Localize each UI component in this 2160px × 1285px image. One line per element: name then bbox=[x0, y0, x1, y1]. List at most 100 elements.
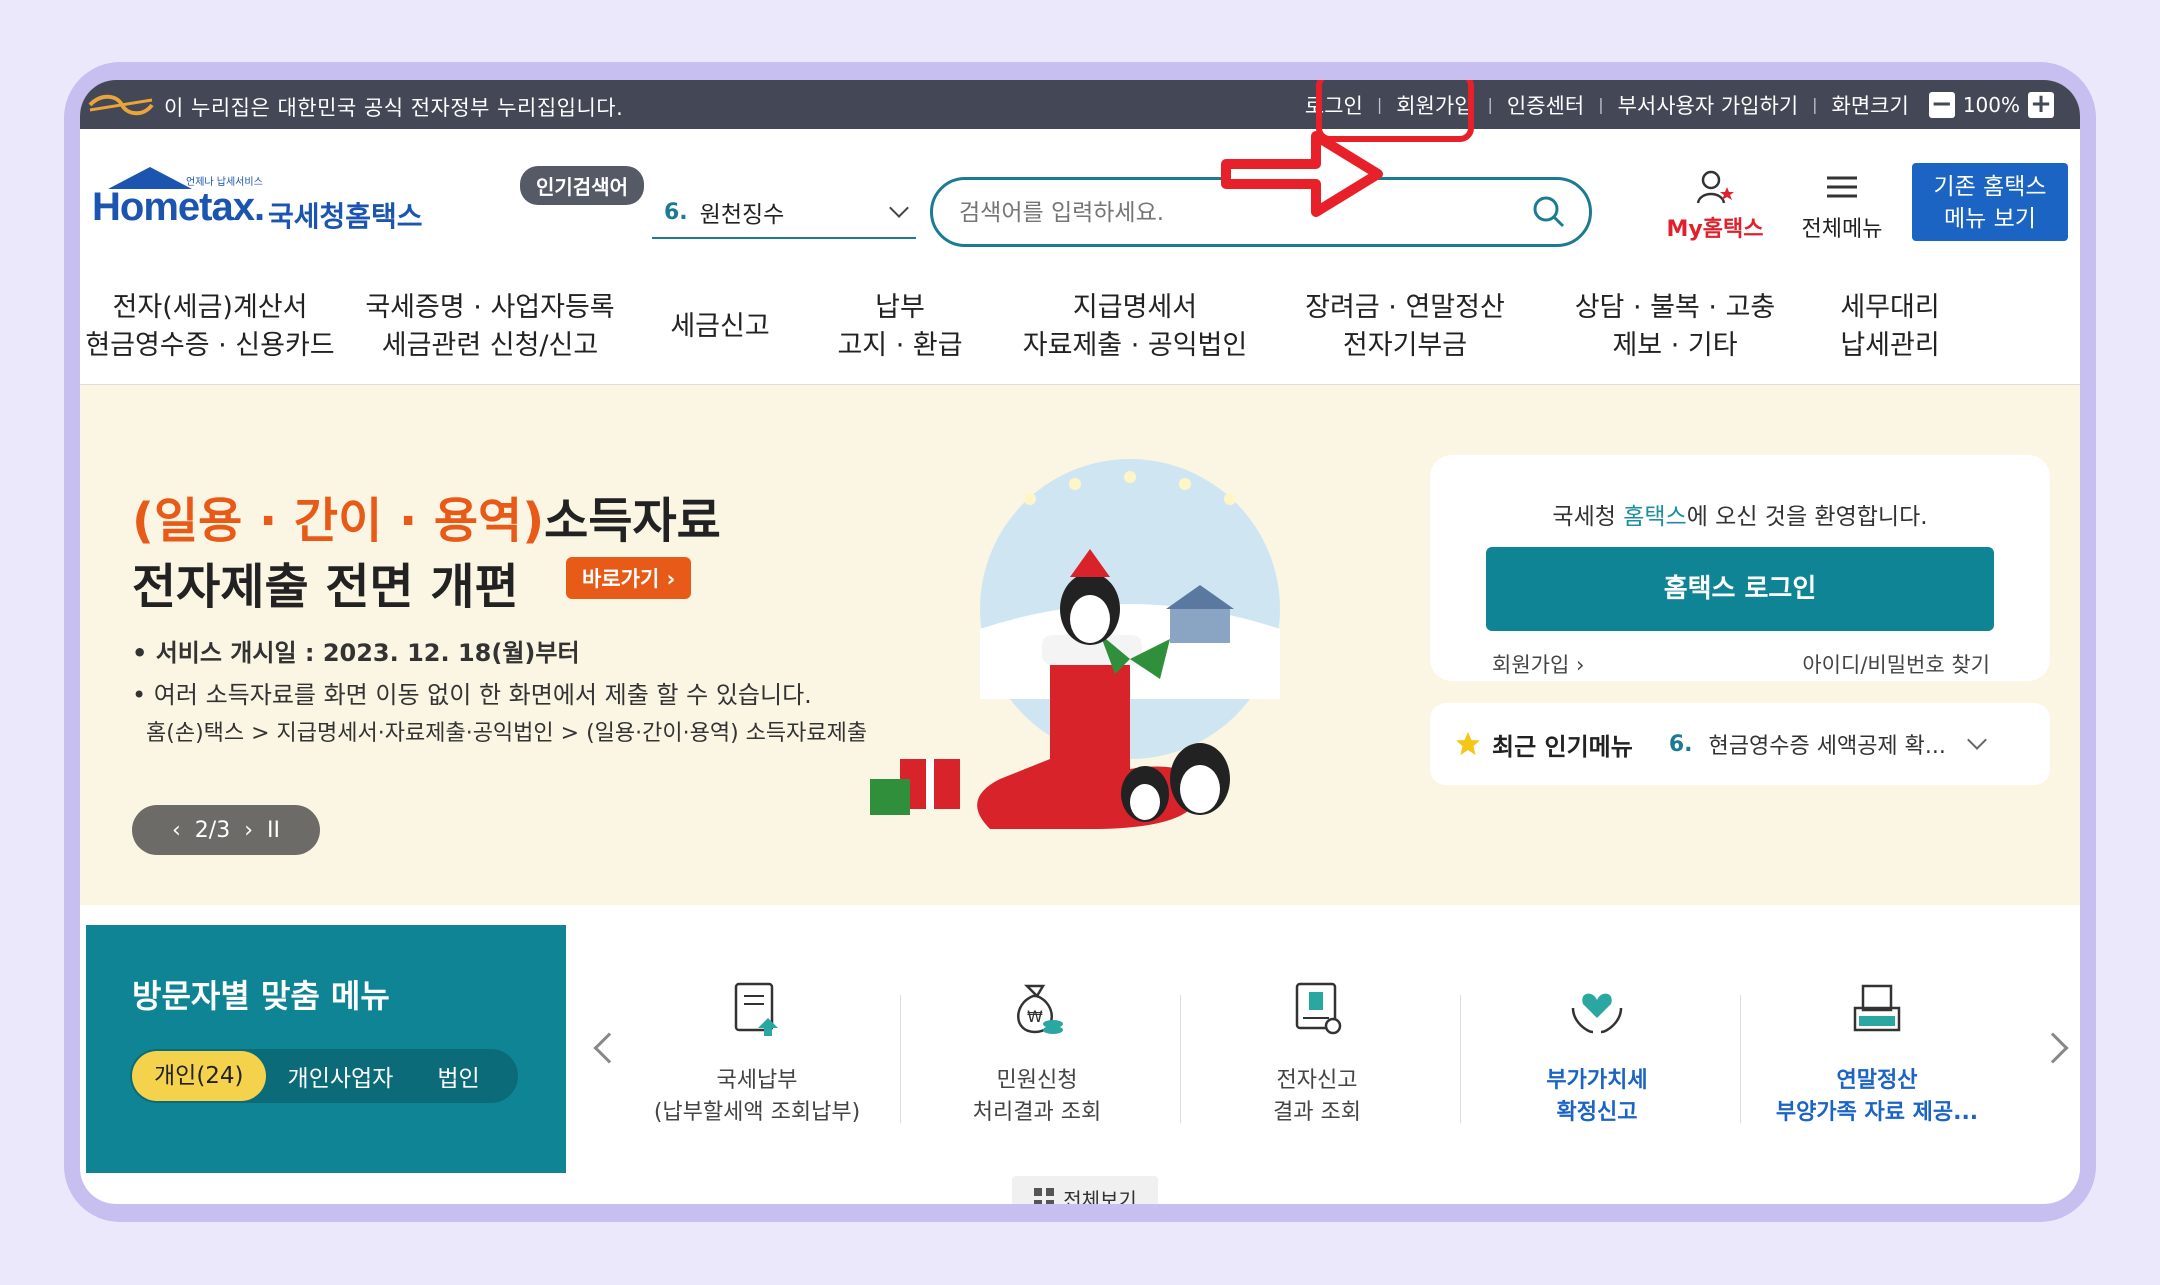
view-all-button[interactable]: 전체보기 bbox=[1012, 1176, 1158, 1204]
my-hometax-button[interactable]: My홈택스 bbox=[1660, 169, 1770, 243]
divider bbox=[900, 995, 901, 1123]
slide-pause-button[interactable]: II bbox=[267, 818, 280, 843]
slide-controls: ‹ 2/3 › II bbox=[132, 805, 320, 855]
red-arrow-icon bbox=[1221, 131, 1383, 217]
all-menu-label: 전체메뉴 bbox=[1801, 217, 1883, 242]
popular-menu-card[interactable]: 최근 인기메뉴 6. 현금영수증 세액공제 확... bbox=[1430, 703, 2050, 785]
search-icon[interactable] bbox=[1531, 194, 1567, 230]
chevron-down-icon bbox=[889, 198, 909, 218]
visitor-tabs: 개인(24) 개인사업자 법인 bbox=[130, 1049, 518, 1103]
christmas-penguin-illustration bbox=[870, 459, 1280, 829]
legacy-line1: 기존 홈택스 bbox=[1933, 174, 2047, 200]
nav-line1: 납부 bbox=[875, 291, 925, 323]
heart-hands-icon bbox=[1571, 993, 1623, 1034]
dept-user-signup-link[interactable]: 부서사용자 가입하기 bbox=[1604, 90, 1813, 120]
tab-sole-proprietor[interactable]: 개인사업자 bbox=[266, 1059, 416, 1093]
all-menu-button[interactable]: 전체메뉴 bbox=[1790, 169, 1894, 243]
welcome-brand: 홈택스 bbox=[1623, 504, 1687, 530]
service-line1: 부가가치세 bbox=[1546, 1068, 1648, 1093]
popular-search-dropdown[interactable]: 6. 원천징수 bbox=[652, 187, 916, 239]
nav-line1: 세무대리 bbox=[1840, 291, 1940, 323]
tab-corporation[interactable]: 법인 bbox=[415, 1059, 501, 1093]
banner-shortcut-button[interactable]: 바로가기 › bbox=[566, 557, 692, 599]
cert-center-link[interactable]: 인증센터 bbox=[1493, 90, 1598, 120]
welcome-prefix: 국세청 bbox=[1552, 504, 1624, 530]
service-line1: 연말정산 bbox=[1836, 1068, 1918, 1093]
site-header: 언제나 납세서비스 Hometax. 국세청홈택스 인기검색어 6. 원천징수 … bbox=[80, 129, 2080, 269]
welcome-text: 국세청 홈택스에 오신 것을 환영합니다. bbox=[1430, 497, 2050, 531]
slide-counter: 2/3 bbox=[194, 817, 231, 843]
hometax-login-button[interactable]: 홈택스 로그인 bbox=[1486, 547, 1994, 631]
popular-term: 원천징수 bbox=[699, 202, 785, 228]
main-nav: 전자(세금)계산서 현금영수증 · 신용카드 국세증명 · 사업자등록 세금관련… bbox=[80, 269, 2080, 385]
find-id-password-link[interactable]: 아이디/비밀번호 찾기 bbox=[1802, 649, 1990, 679]
nav-item-tax-agent[interactable]: 세무대리 납세관리 bbox=[1810, 289, 1970, 365]
zoom-in-button[interactable]: + bbox=[2028, 91, 2054, 118]
hometax-logo[interactable]: 언제나 납세서비스 Hometax. 국세청홈택스 bbox=[90, 167, 430, 247]
service-line2: (납부할세액 조회납부) bbox=[653, 1100, 861, 1125]
nav-item-tax-filing[interactable]: 세금신고 bbox=[640, 308, 800, 346]
legacy-menu-button[interactable]: 기존 홈택스 메뉴 보기 bbox=[1912, 163, 2068, 241]
nav-item-incentives[interactable]: 장려금 · 연말정산 전자기부금 bbox=[1270, 289, 1540, 365]
banner-description: • 여러 소득자료를 화면 이동 없이 한 화면에서 제출 할 수 있습니다. bbox=[132, 681, 812, 709]
nav-line1: 전자(세금)계산서 bbox=[112, 291, 308, 323]
service-civil-petition[interactable]: ₩ 민원신청 처리결과 조회 bbox=[912, 969, 1162, 1129]
user-icon bbox=[1696, 170, 1734, 204]
service-line1: 전자신고 bbox=[1276, 1068, 1358, 1093]
nav-line1: 장려금 · 연말정산 bbox=[1305, 291, 1505, 323]
popular-search-badge: 인기검색어 bbox=[520, 166, 644, 205]
banner-title-highlight: (일용 · 간이 · 용역) bbox=[132, 493, 545, 549]
tray-icon bbox=[1853, 984, 1901, 1032]
service-line2: 처리결과 조회 bbox=[972, 1100, 1102, 1125]
service-line2: 결과 조회 bbox=[1273, 1100, 1361, 1125]
banner-title: (일용 · 간이 · 용역)소득자료 bbox=[132, 481, 721, 551]
tab-individual[interactable]: 개인(24) bbox=[132, 1051, 266, 1101]
zoom-level: 100% bbox=[1962, 92, 2020, 117]
nav-line2: 세금관련 신청/신고 bbox=[381, 329, 599, 361]
service-line2: 확정신고 bbox=[1556, 1100, 1638, 1125]
nav-line1: 지급명세서 bbox=[1072, 291, 1198, 323]
service-vat-filing[interactable]: 부가가치세 확정신고 bbox=[1472, 969, 1722, 1129]
nav-item-certificates[interactable]: 국세증명 · 사업자등록 세금관련 신청/신고 bbox=[340, 289, 640, 365]
nav-line1: 국세증명 · 사업자등록 bbox=[365, 291, 615, 323]
star-icon bbox=[1456, 732, 1480, 755]
divider bbox=[1460, 995, 1461, 1123]
view-all-label: 전체보기 bbox=[1063, 1187, 1137, 1205]
carousel-prev-arrow[interactable] bbox=[593, 1032, 625, 1064]
e-filing-icon bbox=[1295, 982, 1342, 1035]
carousel-next-arrow[interactable] bbox=[2037, 1032, 2069, 1064]
services-carousel: 국세납부 (납부할세액 조회납부) ₩ 민원신청 처리결과 조회 전자신고 결과… bbox=[566, 925, 2080, 1173]
nav-item-einvoice[interactable]: 전자(세금)계산서 현금영수증 · 신용카드 bbox=[80, 289, 340, 365]
slide-prev-button[interactable]: ‹ bbox=[172, 818, 181, 843]
banner-title-rest: 소득자료 bbox=[544, 493, 721, 549]
money-bag-icon: ₩ bbox=[1017, 984, 1063, 1034]
nav-line1: 상담 · 불복 · 고충 bbox=[1574, 291, 1776, 323]
hamburger-icon bbox=[1827, 176, 1857, 198]
main-banner: (일용 · 간이 · 용역)소득자료 전자제출 전면 개편 바로가기 › • 서… bbox=[80, 385, 2080, 905]
welcome-suffix: 에 오신 것을 환영합니다. bbox=[1686, 504, 1928, 530]
nav-item-consultation[interactable]: 상담 · 불복 · 고충 제보 · 기타 bbox=[1540, 289, 1810, 365]
divider bbox=[1740, 995, 1741, 1123]
nav-line2: 전자기부금 bbox=[1342, 329, 1468, 361]
legacy-line2: 메뉴 보기 bbox=[1944, 206, 2036, 232]
my-hometax-label: My홈택스 bbox=[1666, 217, 1764, 242]
logo-wordmark: Hometax. bbox=[92, 185, 265, 229]
grid-icon bbox=[1034, 1188, 1055, 1204]
card-signup-link[interactable]: 회원가입 › bbox=[1492, 649, 1584, 679]
service-line1: 국세납부 bbox=[716, 1068, 798, 1093]
slide-next-button[interactable]: › bbox=[244, 818, 253, 843]
service-year-end-settlement[interactable]: 연말정산 부양가족 자료 제공... bbox=[1752, 969, 2002, 1129]
popular-menu-rank: 6. bbox=[1668, 731, 1693, 757]
tax-payment-icon bbox=[734, 982, 778, 1036]
service-tax-payment[interactable]: 국세납부 (납부할세액 조회납부) bbox=[632, 969, 882, 1129]
service-line2: 부양가족 자료 제공... bbox=[1775, 1100, 1979, 1125]
gov-notice-bar: 이 누리집은 대한민국 공식 전자정부 누리집입니다. 로그인 | 회원가입 |… bbox=[80, 80, 2080, 129]
nav-item-payment[interactable]: 납부 고지 · 환급 bbox=[800, 289, 1000, 365]
service-e-filing-result[interactable]: 전자신고 결과 조회 bbox=[1192, 969, 1442, 1129]
nav-line2: 납세관리 bbox=[1840, 329, 1940, 361]
zoom-out-button[interactable]: − bbox=[1928, 91, 1955, 118]
nav-item-statements[interactable]: 지급명세서 자료제출 · 공익법인 bbox=[1000, 289, 1270, 365]
divider bbox=[1180, 995, 1181, 1123]
popular-menu-text: 현금영수증 세액공제 확... bbox=[1708, 734, 1946, 759]
banner-title-line2: 전자제출 전면 개편 bbox=[132, 559, 519, 615]
